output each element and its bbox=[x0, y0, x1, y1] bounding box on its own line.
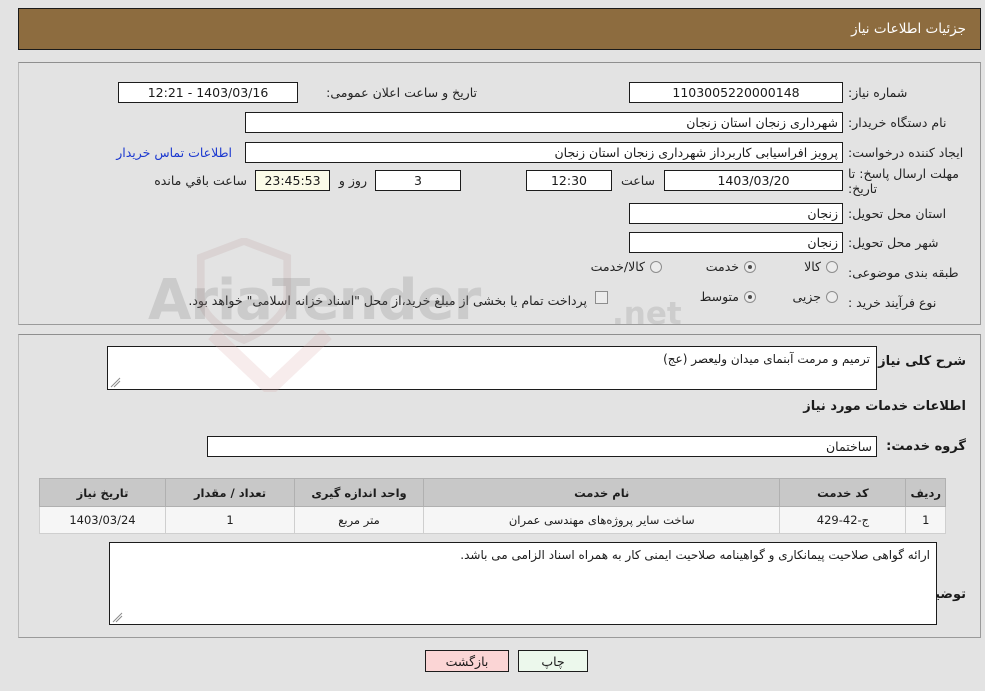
buyer-contact-link[interactable]: اطلاعات تماس خریدار bbox=[116, 145, 232, 160]
td-row-index: 1 bbox=[905, 506, 946, 534]
page-title: جزئیات اطلاعات نیاز bbox=[851, 21, 966, 37]
need-number-value: 1103005220000148 bbox=[629, 82, 843, 103]
deadline-hour-value: 12:30 bbox=[526, 170, 612, 191]
radio-label: جزیی bbox=[792, 289, 821, 304]
process-label: نوع فرآیند خرید : bbox=[848, 295, 937, 310]
creator-value: پرویز افراسیابی کاربرداز شهرداری زنجان ا… bbox=[245, 142, 843, 163]
deadline-label: مهلت ارسال پاسخ: تا تاریخ: bbox=[848, 166, 959, 196]
th-unit: واحد اندازه گیری bbox=[294, 478, 424, 507]
page-root: جزئیات اطلاعات نیاز شماره نیاز: 11030052… bbox=[0, 0, 985, 691]
remaining-days-label: روز و bbox=[338, 173, 367, 188]
radio-label: متوسط bbox=[699, 289, 739, 304]
general-desc-value: ترمیم و مرمت آبنمای میدان ولیعصر (عج) bbox=[663, 352, 870, 366]
remaining-time-label: ساعت باقي مانده bbox=[154, 173, 247, 188]
general-desc-label: شرح کلی نیاز: bbox=[872, 354, 966, 369]
radio-category-goods[interactable]: کالا bbox=[804, 259, 838, 274]
buyer-notes-textarea[interactable]: ارائه گواهی صلاحیت پیمانکاری و گواهینامه… bbox=[109, 542, 937, 625]
announce-value: 1403/03/16 - 12:21 bbox=[118, 82, 298, 103]
page-header: جزئیات اطلاعات نیاز bbox=[18, 8, 981, 50]
services-table: ردیف کد خدمت نام خدمت واحد اندازه گیری ت… bbox=[39, 478, 946, 534]
table-header-row: ردیف کد خدمت نام خدمت واحد اندازه گیری ت… bbox=[39, 478, 946, 507]
radio-label: کالا/خدمت bbox=[590, 259, 645, 274]
radio-category-service[interactable]: خدمت bbox=[706, 259, 756, 274]
treasury-bonds-checkbox[interactable] bbox=[595, 291, 608, 304]
print-button[interactable]: چاپ bbox=[518, 650, 588, 672]
radio-indicator bbox=[744, 290, 756, 303]
remaining-days-value: 3 bbox=[375, 170, 461, 191]
radio-indicator bbox=[650, 260, 662, 273]
radio-indicator bbox=[744, 260, 756, 273]
province-value: زنجان bbox=[629, 203, 843, 224]
city-label: شهر محل تحویل: bbox=[848, 235, 939, 250]
th-need-date: تاریخ نیاز bbox=[39, 478, 166, 507]
remaining-time-value: 23:45:53 bbox=[255, 170, 330, 191]
resize-grip-icon bbox=[110, 377, 121, 388]
radio-process-minor[interactable]: جزیی bbox=[792, 289, 838, 304]
city-value: زنجان bbox=[629, 232, 843, 253]
radio-indicator bbox=[826, 260, 838, 273]
buyer-org-value: شهرداری زنجان استان زنجان bbox=[245, 112, 843, 133]
buyer-notes-value: ارائه گواهی صلاحیت پیمانکاری و گواهینامه… bbox=[460, 548, 930, 562]
service-group-value: ساختمان bbox=[207, 436, 877, 457]
radio-label: خدمت bbox=[705, 259, 739, 274]
back-button[interactable]: بازگشت bbox=[425, 650, 509, 672]
th-service-code: کد خدمت bbox=[779, 478, 907, 507]
td-unit: متر مربع bbox=[294, 506, 424, 534]
treasury-bonds-label: پرداخت تمام یا بخشی از مبلغ خرید،از محل … bbox=[188, 293, 587, 308]
need-number-label: شماره نیاز: bbox=[848, 85, 908, 100]
general-desc-textarea[interactable]: ترمیم و مرمت آبنمای میدان ولیعصر (عج) bbox=[107, 346, 877, 390]
announce-label: تاریخ و ساعت اعلان عمومی: bbox=[326, 85, 477, 100]
radio-label: کالا bbox=[804, 259, 821, 274]
td-service-name: ساخت سایر پروژه‌های مهندسی عمران bbox=[422, 506, 781, 534]
th-row-index: ردیف bbox=[905, 478, 946, 507]
radio-process-medium[interactable]: متوسط bbox=[700, 289, 756, 304]
td-service-code: ج-42-429 bbox=[779, 506, 907, 534]
deadline-hour-label: ساعت bbox=[620, 173, 655, 188]
th-service-name: نام خدمت bbox=[422, 478, 781, 507]
services-section-title: اطلاعات خدمات مورد نیاز bbox=[803, 399, 966, 414]
need-summary-panel: شماره نیاز: 1103005220000148 تاریخ و ساع… bbox=[18, 62, 981, 325]
table-row[interactable]: 1 ج-42-429 ساخت سایر پروژه‌های مهندسی عم… bbox=[39, 506, 946, 534]
service-group-label: گروه خدمت: bbox=[886, 439, 966, 454]
province-label: استان محل تحویل: bbox=[848, 206, 947, 221]
resize-grip-icon bbox=[112, 612, 123, 623]
td-quantity: 1 bbox=[165, 506, 295, 534]
deadline-date-value: 1403/03/20 bbox=[664, 170, 843, 191]
th-quantity: تعداد / مقدار bbox=[165, 478, 295, 507]
creator-label: ایجاد کننده درخواست: bbox=[848, 145, 964, 160]
radio-indicator bbox=[826, 290, 838, 303]
radio-category-goods-service[interactable]: کالا/خدمت bbox=[591, 259, 662, 274]
category-label: طبقه بندی موضوعی: bbox=[848, 265, 959, 280]
buyer-org-label: نام دستگاه خریدار: bbox=[848, 115, 947, 130]
td-need-date: 1403/03/24 bbox=[39, 506, 166, 534]
